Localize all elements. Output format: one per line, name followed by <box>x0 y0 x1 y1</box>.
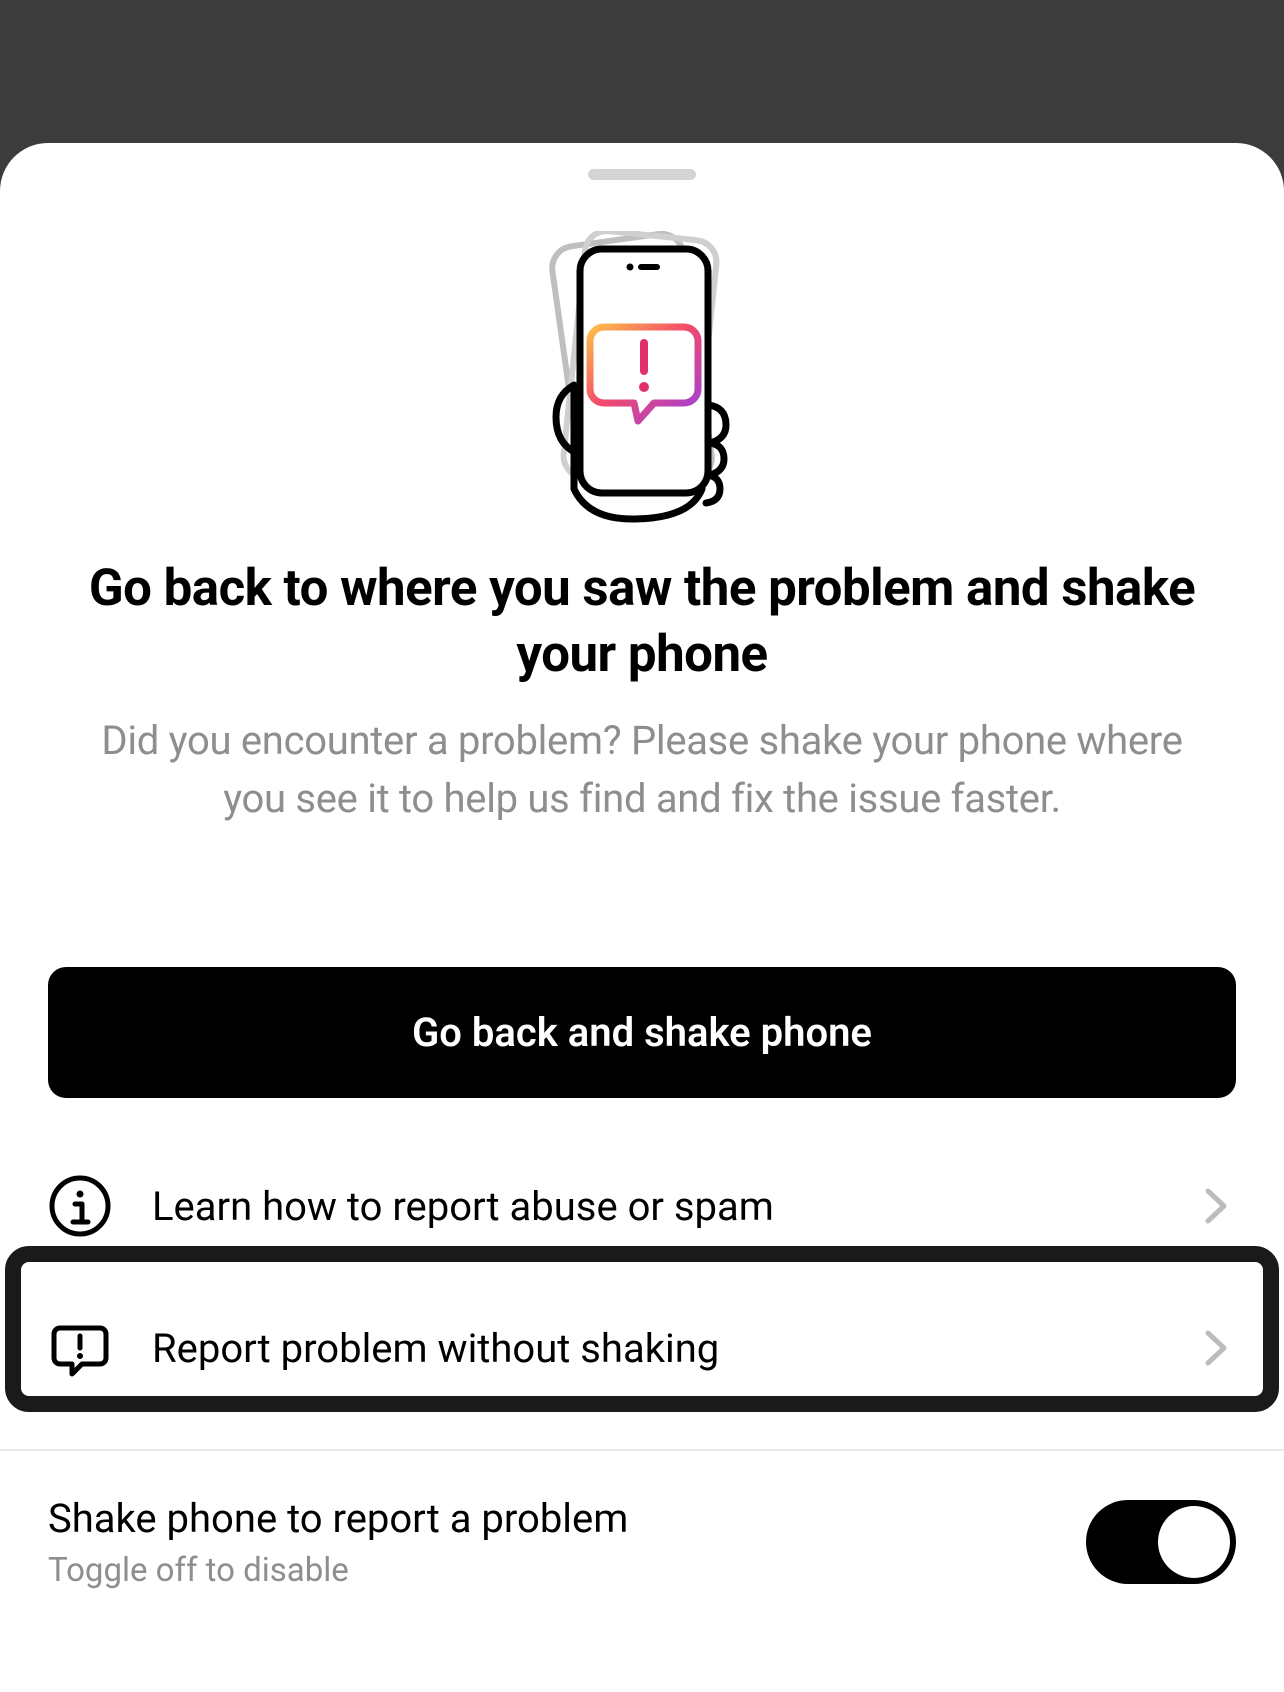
toggle-title: Shake phone to report a problem <box>48 1493 1086 1545</box>
learn-report-abuse-row[interactable]: Learn how to report abuse or spam <box>48 1135 1236 1277</box>
toggle-knob <box>1158 1506 1230 1578</box>
report-icon <box>48 1316 112 1380</box>
chevron-right-icon <box>1194 1185 1236 1227</box>
row-label: Learn how to report abuse or spam <box>152 1183 1194 1230</box>
row-label: Report problem without shaking <box>152 1325 1194 1372</box>
page-title: Go back to where you saw the problem and… <box>50 556 1234 689</box>
report-problem-without-shaking-row[interactable]: Report problem without shaking <box>48 1277 1236 1419</box>
shake-phone-illustration <box>532 231 752 531</box>
page-subtitle: Did you encounter a problem? Please shak… <box>90 712 1194 828</box>
divider <box>0 1449 1284 1451</box>
drag-handle[interactable] <box>588 169 696 180</box>
toggle-text: Shake phone to report a problem Toggle o… <box>48 1493 1086 1590</box>
shake-toggle-switch[interactable] <box>1086 1500 1236 1584</box>
bottom-sheet: Go back to where you saw the problem and… <box>0 143 1284 1692</box>
shake-toggle-row: Shake phone to report a problem Toggle o… <box>48 1493 1236 1590</box>
go-back-shake-button[interactable]: Go back and shake phone <box>48 967 1236 1098</box>
primary-button-label: Go back and shake phone <box>412 1009 872 1056</box>
info-icon <box>48 1174 112 1238</box>
chevron-right-icon <box>1194 1327 1236 1369</box>
toggle-subtitle: Toggle off to disable <box>48 1551 1086 1590</box>
